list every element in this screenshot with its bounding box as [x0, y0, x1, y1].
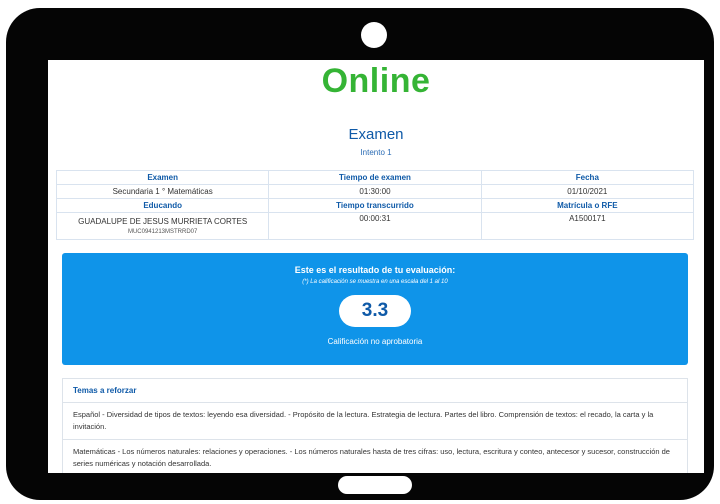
list-item: Matemáticas - Los números naturales: rel… [63, 440, 687, 473]
page-title: Examen [348, 126, 404, 143]
score-badge: 3.3 [339, 295, 411, 327]
exam-info-table: Examen Tiempo de examen Fecha Secundaria… [55, 170, 695, 240]
scale-note: (*) La calificación se muestra en una es… [302, 279, 448, 285]
online-logo: Online [48, 62, 704, 101]
result-heading: Este es el resultado de tu evaluación: [294, 265, 456, 275]
tablet-camera [361, 22, 387, 48]
exam-time-value: 01:30:00 [268, 184, 482, 199]
table-row: Secundaria 1 ° Matemáticas 01:30:00 01/1… [55, 184, 695, 199]
header-student: Educando [55, 198, 270, 213]
header-enrollment: Matrícula o RFE [480, 198, 695, 213]
header-date: Fecha [480, 170, 695, 185]
logo-text: Online [321, 62, 431, 100]
score-status: Calificación no aprobatoria [327, 337, 423, 346]
table-header-row: Educando Tiempo transcurrido Matrícula o… [55, 198, 695, 213]
attempt-label: Intento 1 [360, 148, 392, 157]
tablet-frame: Online Examen Intento 1 Examen Tiempo de… [6, 8, 714, 500]
list-item: Español - Diversidad de tipos de textos:… [63, 403, 687, 440]
result-panel: Este es el resultado de tu evaluación: (… [62, 253, 688, 365]
header-exam-time: Tiempo de examen [268, 170, 482, 185]
table-header-row: Examen Tiempo de examen Fecha [55, 170, 695, 185]
student-curp: MUC0941213MSTRRD07 [127, 229, 198, 235]
enrollment-value: A1500171 [480, 212, 695, 240]
tablet-screen: Online Examen Intento 1 Examen Tiempo de… [48, 60, 704, 473]
header-elapsed: Tiempo transcurrido [268, 198, 482, 213]
table-row: GUADALUPE DE JESUS MURRIETA CORTES MUC09… [55, 212, 695, 240]
date-value: 01/10/2021 [480, 184, 695, 199]
student-cell: GUADALUPE DE JESUS MURRIETA CORTES MUC09… [55, 212, 270, 240]
student-name: GUADALUPE DE JESUS MURRIETA CORTES [78, 217, 248, 226]
elapsed-value: 00:00:31 [268, 212, 482, 240]
exam-name-value: Secundaria 1 ° Matemáticas [55, 184, 270, 199]
header-exam: Examen [55, 170, 270, 185]
topics-heading: Temas a reforzar [63, 379, 687, 403]
home-button[interactable] [338, 476, 412, 494]
topics-panel: Temas a reforzar Español - Diversidad de… [62, 378, 688, 473]
